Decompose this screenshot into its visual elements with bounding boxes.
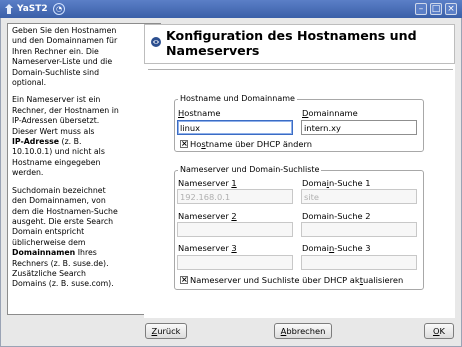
- help-paragraph-2: Ein Nameserver ist ein Rechner, der Host…: [12, 95, 119, 178]
- nameserver-group-legend: Nameserver und Domain-Suchliste: [178, 165, 322, 175]
- maximize-button[interactable]: □: [430, 3, 442, 15]
- header-divider: [148, 69, 453, 70]
- window-titlebar[interactable]: YaST2 ◔ – □ ×: [0, 0, 462, 18]
- back-button[interactable]: Zurück: [145, 323, 187, 339]
- nameserver-dhcp-checkbox[interactable]: ×: [180, 276, 188, 284]
- window-menu-icon[interactable]: ◔: [53, 3, 65, 15]
- nameserver-2-label: Nameserver 2: [178, 211, 237, 221]
- abort-button[interactable]: Abbrechen: [274, 323, 332, 339]
- network-settings-icon: [151, 37, 161, 47]
- domain-search-1-input[interactable]: [301, 189, 417, 204]
- nameserver-1-label: Nameserver 1: [178, 178, 237, 188]
- domain-search-2-label: Domain-Suche 2: [302, 211, 371, 221]
- domain-search-2-input[interactable]: [301, 222, 417, 237]
- hostname-dhcp-label: Hostname über DHCP ändern: [190, 139, 313, 149]
- window-title: YaST2: [17, 4, 48, 14]
- nameserver-2-input[interactable]: [177, 222, 293, 237]
- minimize-button[interactable]: –: [415, 3, 427, 15]
- nameserver-1-input[interactable]: [177, 189, 293, 204]
- nameserver-3-input[interactable]: [177, 255, 293, 270]
- page-header: Konfiguration des Hostnamens und Nameser…: [144, 24, 455, 64]
- domainname-label: Domainname: [302, 108, 358, 118]
- close-button[interactable]: ×: [445, 3, 457, 15]
- help-paragraph-3: Suchdomain bezeichnet den Domainnamen, v…: [12, 185, 118, 289]
- help-paragraph-1: Geben Sie den Hostnamen und den Domainna…: [12, 26, 118, 88]
- hostname-dhcp-checkbox[interactable]: ×: [180, 140, 188, 148]
- page-title: Konfiguration des Hostnamens und Nameser…: [166, 28, 417, 58]
- hostname-group-legend: Hostname und Domainname: [178, 94, 297, 104]
- help-panel[interactable]: Geben Sie den Hostnamen und den Domainna…: [7, 23, 161, 315]
- nameserver-3-label: Nameserver 3: [178, 243, 237, 253]
- domain-search-1-label: Domain-Suche 1: [302, 178, 371, 188]
- domain-search-3-input[interactable]: [301, 255, 417, 270]
- hostname-label: Hostname: [178, 108, 221, 118]
- domainname-input[interactable]: [301, 120, 417, 135]
- ok-button[interactable]: OK: [424, 323, 454, 339]
- domain-search-3-label: Domain-Suche 3: [302, 243, 371, 253]
- hostname-input[interactable]: [177, 120, 293, 135]
- nameserver-dhcp-label: Nameserver und Suchliste über DHCP aktua…: [190, 275, 404, 285]
- help-text: Geben Sie den Hostnamen und den Domainna…: [12, 26, 147, 297]
- yast-app-icon: [5, 4, 13, 14]
